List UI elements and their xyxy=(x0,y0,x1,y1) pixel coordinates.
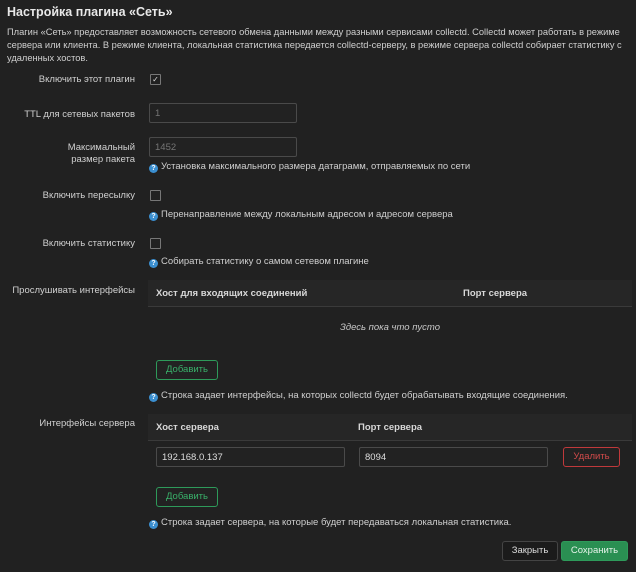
servers-label: Интерфейсы сервера xyxy=(39,418,135,429)
column-header: Хост для входящих соединений xyxy=(156,288,308,299)
help-icon: ? xyxy=(149,212,158,221)
stats-checkbox[interactable] xyxy=(150,238,161,249)
maxsize-help: ? Установка максимального размера датагра… xyxy=(149,161,470,173)
empty-placeholder: Здесь пока что пусто xyxy=(339,322,441,333)
server-port-input[interactable] xyxy=(359,447,548,467)
forward-label: Включить пересылку xyxy=(42,190,135,201)
listen-add-button[interactable]: Добавить xyxy=(156,360,218,380)
plugin-settings-dialog: Настройка плагина «Сеть» Плагин «Сеть» п… xyxy=(0,0,636,572)
column-header: Хост сервера xyxy=(156,422,219,433)
server-host-input[interactable] xyxy=(156,447,345,467)
servers-help: ? Строка задает сервера, на которые будет… xyxy=(149,517,511,529)
help-icon: ? xyxy=(149,393,158,402)
maxsize-input[interactable] xyxy=(149,137,297,157)
forward-checkbox[interactable] xyxy=(150,190,161,201)
listen-label: Прослушивать интерфейсы xyxy=(12,285,135,296)
listen-help: ? Строка задает интерфейсы, на которых co… xyxy=(149,390,568,402)
delete-button[interactable]: Удалить xyxy=(563,447,620,467)
maxsize-label: Максимальный размер пакета xyxy=(67,142,135,165)
ttl-label: TTL для сетевых пакетов xyxy=(24,109,135,120)
enable-label: Включить этот плагин xyxy=(38,74,135,85)
servers-table-header: Хост сервера Порт сервера xyxy=(148,414,632,441)
page-title: Настройка плагина «Сеть» xyxy=(7,5,173,19)
stats-help: ? Собирать статистику о самом сетевом пла… xyxy=(149,256,369,268)
ttl-input[interactable] xyxy=(149,103,297,123)
forward-help: ? Перенаправление между локальным адресом… xyxy=(149,209,453,221)
help-icon: ? xyxy=(149,164,158,173)
help-icon: ? xyxy=(149,259,158,268)
save-button[interactable]: Сохранить xyxy=(561,541,628,561)
enable-checkbox[interactable]: ✓ xyxy=(150,74,161,85)
column-header: Порт сервера xyxy=(463,288,528,299)
plugin-description: Плагин «Сеть» предоставляет возможность … xyxy=(7,27,622,63)
stats-label: Включить статистику xyxy=(42,238,135,249)
column-header: Порт сервера xyxy=(358,422,423,433)
listen-table-header: Хост для входящих соединений Порт сервер… xyxy=(148,280,632,307)
help-icon: ? xyxy=(149,520,158,529)
close-button[interactable]: Закрыть xyxy=(502,541,558,561)
servers-add-button[interactable]: Добавить xyxy=(156,487,218,507)
